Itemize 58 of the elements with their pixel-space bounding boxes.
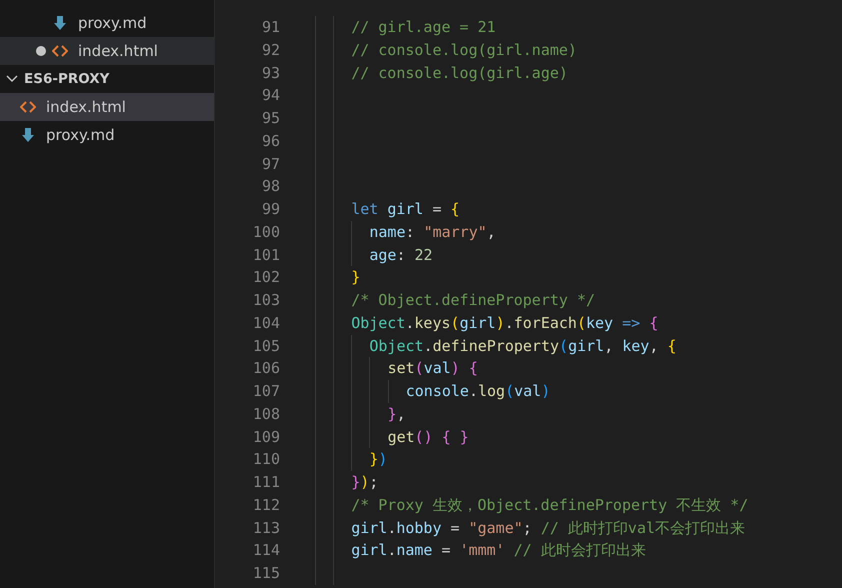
- file-name: proxy.md: [78, 12, 147, 34]
- code-line: /* Proxy 生效，Object.defineProperty 不生效 */: [315, 494, 748, 516]
- line-number: 106: [252, 358, 280, 380]
- line-number: 108: [252, 404, 280, 425]
- line-number: 110: [252, 449, 280, 470]
- line-number: 102: [252, 267, 280, 288]
- file-item[interactable]: index.html: [0, 93, 214, 121]
- code-line: console.log(val): [315, 380, 550, 403]
- line-number: 107: [252, 381, 280, 402]
- code-line: // console.log(girl.age): [315, 62, 568, 84]
- code-line: girl.name = 'mmm' // 此时会打印出来: [315, 539, 646, 562]
- line-number: 109: [252, 426, 280, 448]
- line-number: 105: [252, 336, 280, 357]
- code-line: /* Object.defineProperty */: [315, 289, 596, 312]
- code-line: girl.hobby = "game"; // 此时打印val不会打印出来: [315, 516, 746, 540]
- line-number: 101: [252, 244, 280, 266]
- file-item[interactable]: proxy.md: [0, 9, 214, 37]
- code-line: });: [315, 471, 378, 494]
- line-number: 114: [252, 540, 280, 562]
- line-number: 93: [260, 62, 280, 84]
- code-line: set(val) {: [315, 357, 478, 380]
- code-line: Object.defineProperty(girl, key, {: [315, 334, 676, 358]
- code-line: }): [315, 448, 388, 471]
- code-line: // girl.age = 21: [315, 16, 496, 39]
- file-name: index.html: [46, 96, 126, 118]
- code-line: name: "marry",: [315, 220, 496, 244]
- line-number: 104: [252, 312, 280, 334]
- code-brackets-icon: [52, 43, 68, 59]
- file-name: proxy.md: [46, 124, 115, 146]
- code-line: // console.log(girl.name): [315, 38, 577, 62]
- code-line: }: [315, 266, 360, 289]
- line-number: 112: [252, 494, 280, 516]
- file-item[interactable]: index.html: [0, 37, 214, 65]
- code-line: Object.keys(girl).forEach(key => {: [315, 312, 658, 334]
- code-brackets-icon: [20, 99, 36, 115]
- line-number: 92: [260, 40, 280, 61]
- line-number: 96: [260, 130, 280, 152]
- line-number: 95: [260, 108, 280, 130]
- line-number: 99: [260, 199, 280, 220]
- line-number: 113: [252, 518, 280, 539]
- line-number: 100: [252, 222, 280, 243]
- code-line: },: [315, 402, 406, 426]
- line-number: 94: [260, 85, 280, 106]
- file-name: index.html: [78, 40, 158, 62]
- line-number: 115: [252, 563, 280, 584]
- code-line: get() { }: [315, 426, 469, 448]
- download-arrow-icon: [52, 15, 68, 31]
- download-arrow-icon: [20, 127, 36, 143]
- file-item[interactable]: proxy.md: [0, 121, 214, 149]
- line-number: 103: [252, 290, 280, 312]
- line-number: 97: [260, 154, 280, 175]
- line-number: 111: [252, 472, 280, 494]
- folder-header[interactable]: ES6-PROXY: [0, 65, 214, 93]
- folder-name: ES6-PROXY: [24, 70, 110, 89]
- line-number: 98: [260, 176, 280, 198]
- code-line: let girl = {: [315, 198, 460, 221]
- code-line: age: 22: [315, 244, 433, 266]
- line-number: 91: [260, 17, 280, 38]
